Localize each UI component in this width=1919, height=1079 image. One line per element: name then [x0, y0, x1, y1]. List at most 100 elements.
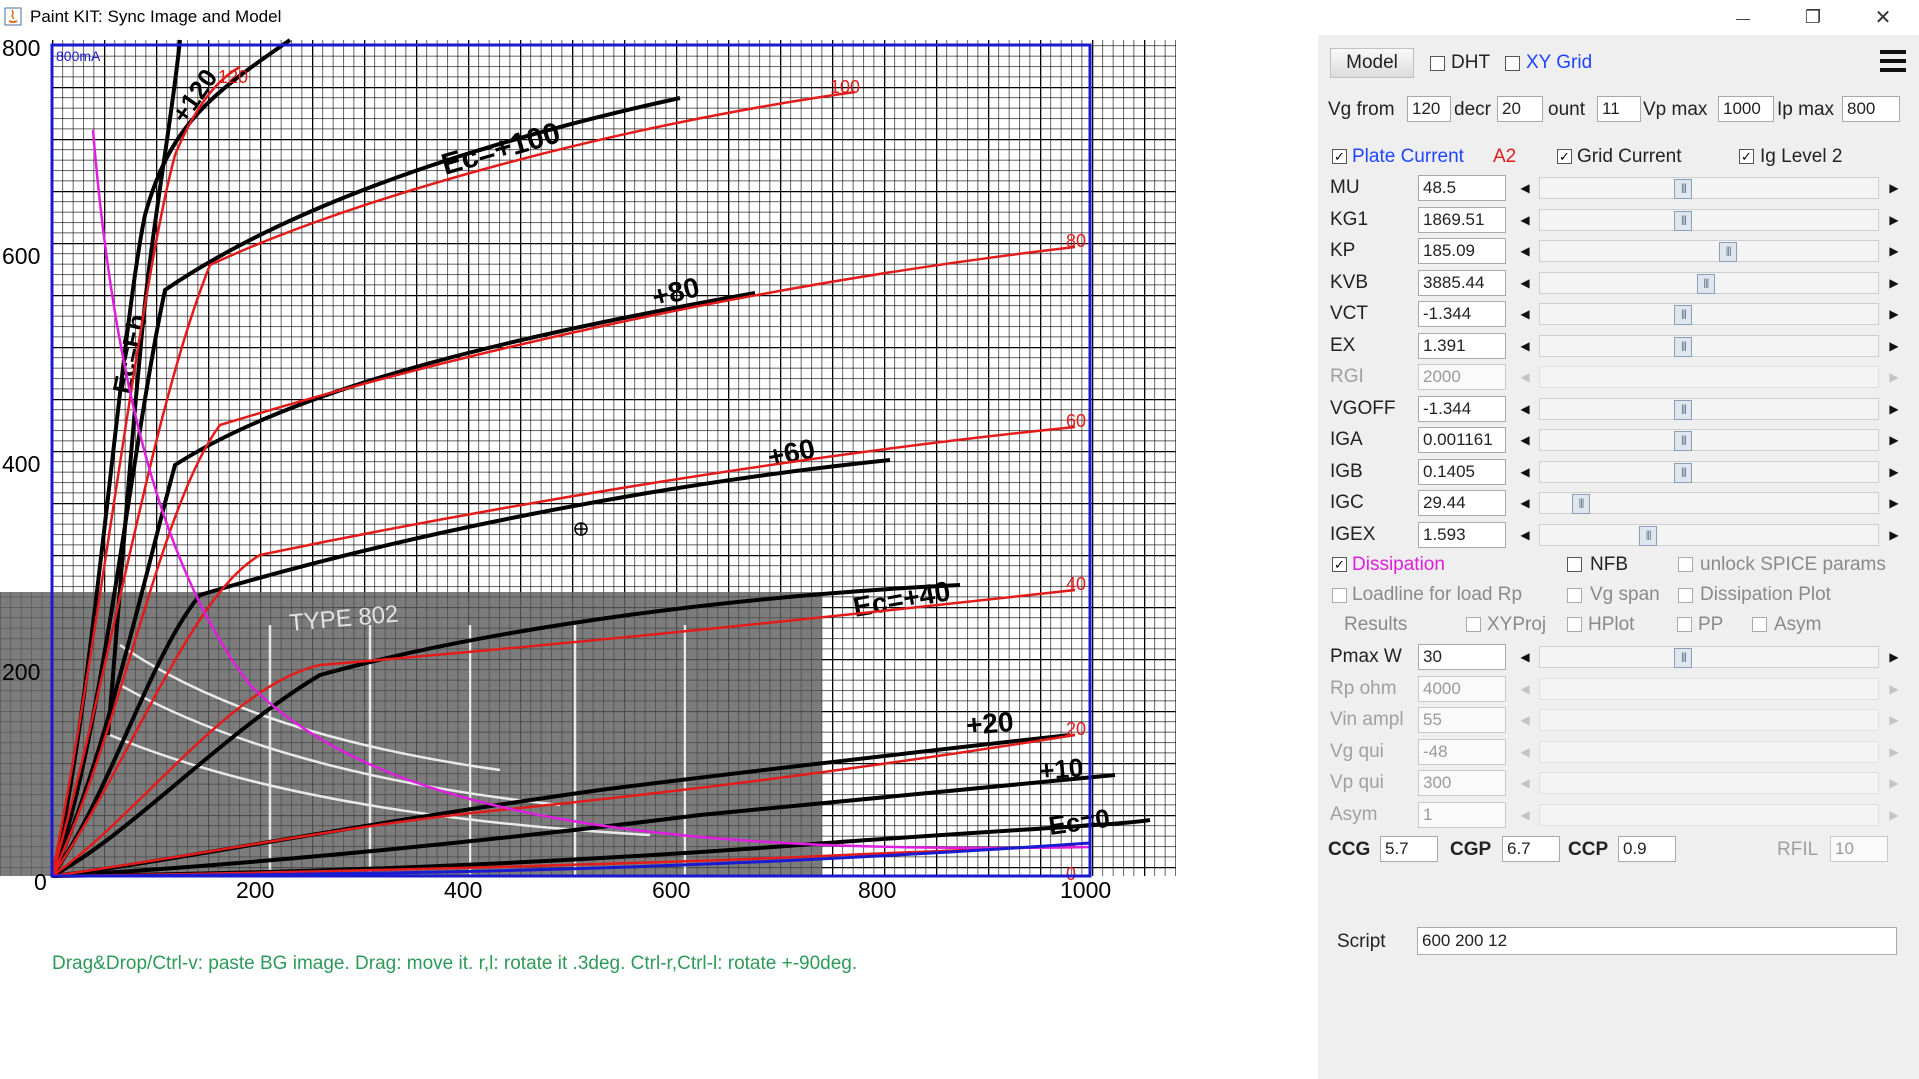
slider-track[interactable]: [1539, 677, 1879, 700]
loadline-checkbox[interactable]: [1332, 588, 1347, 603]
mu-slider[interactable]: ◀ ||| ▶: [1516, 176, 1903, 200]
vg-qui-input[interactable]: -48: [1418, 738, 1506, 765]
slider-track[interactable]: |||: [1539, 397, 1879, 420]
scroll-right-arrow-icon[interactable]: ▶: [1885, 645, 1903, 669]
scroll-left-arrow-icon[interactable]: ◀: [1516, 239, 1534, 263]
igc-input[interactable]: 29.44: [1418, 490, 1506, 516]
scroll-right-arrow-icon[interactable]: ▶: [1885, 208, 1903, 232]
unlock-spice-checkbox[interactable]: [1678, 557, 1693, 572]
scroll-left-arrow-icon[interactable]: ◀: [1516, 460, 1534, 484]
vg-qui-slider[interactable]: ◀ ▶: [1516, 740, 1903, 764]
vg-span-checkbox[interactable]: [1567, 588, 1582, 603]
slider-thumb[interactable]: |||: [1674, 399, 1693, 420]
iga-input[interactable]: 0.001161: [1418, 427, 1506, 453]
slider-track[interactable]: [1539, 709, 1879, 731]
scroll-left-arrow-icon[interactable]: ◀: [1516, 645, 1534, 669]
scroll-right-arrow-icon[interactable]: ▶: [1885, 428, 1903, 452]
kp-input[interactable]: 185.09: [1418, 238, 1506, 264]
scroll-right-arrow-icon[interactable]: ▶: [1885, 803, 1903, 827]
scroll-left-arrow-icon[interactable]: ◀: [1516, 397, 1534, 421]
slider-track[interactable]: [1539, 740, 1879, 763]
asym-slider[interactable]: ◀ ▶: [1516, 803, 1903, 827]
vp-qui-slider[interactable]: ◀ ▶: [1516, 771, 1903, 795]
kvb-input[interactable]: 3885.44: [1418, 269, 1506, 296]
model-button[interactable]: Model: [1330, 48, 1414, 78]
scroll-right-arrow-icon[interactable]: ▶: [1885, 460, 1903, 484]
kp-slider[interactable]: ◀ ||| ▶: [1516, 239, 1903, 263]
vin-ampl-input[interactable]: 55: [1418, 707, 1506, 733]
plate-curve-plot[interactable]: TYPE 802 Ec=+100 +80 +60 Ec=+40 +20 +10 …: [0, 35, 1318, 935]
scroll-left-arrow-icon[interactable]: ◀: [1516, 302, 1534, 326]
scroll-left-arrow-icon[interactable]: ◀: [1516, 176, 1534, 200]
vp-max-input[interactable]: 1000: [1718, 96, 1774, 122]
vct-slider[interactable]: ◀ ||| ▶: [1516, 302, 1903, 326]
slider-track[interactable]: |||: [1539, 240, 1879, 262]
xyproj-checkbox[interactable]: [1466, 617, 1481, 632]
dissipation-plot-checkbox[interactable]: [1678, 588, 1693, 603]
ig-level-checkbox[interactable]: ✓: [1739, 149, 1754, 164]
scroll-right-arrow-icon[interactable]: ▶: [1885, 302, 1903, 326]
slider-track[interactable]: |||: [1539, 271, 1879, 294]
drag-point-marker[interactable]: [574, 522, 588, 536]
slider-thumb[interactable]: |||: [1719, 242, 1738, 262]
igb-slider[interactable]: ◀ ||| ▶: [1516, 460, 1903, 484]
asym-input[interactable]: 1: [1418, 801, 1506, 828]
scroll-right-arrow-icon[interactable]: ▶: [1885, 771, 1903, 795]
plate-current-checkbox[interactable]: ✓: [1332, 149, 1347, 164]
scroll-right-arrow-icon[interactable]: ▶: [1885, 491, 1903, 515]
vgoff-slider[interactable]: ◀ ||| ▶: [1516, 397, 1903, 421]
iga-slider[interactable]: ◀ ||| ▶: [1516, 428, 1903, 452]
slider-track[interactable]: |||: [1539, 460, 1879, 483]
hplot-checkbox[interactable]: [1567, 617, 1582, 632]
slider-track[interactable]: |||: [1539, 334, 1879, 357]
slider-track[interactable]: |||: [1539, 646, 1879, 668]
slider-track[interactable]: |||: [1539, 208, 1879, 231]
slider-track[interactable]: |||: [1539, 429, 1879, 451]
slider-track[interactable]: |||: [1539, 492, 1879, 514]
igex-slider[interactable]: ◀ ||| ▶: [1516, 523, 1903, 547]
scroll-right-arrow-icon[interactable]: ▶: [1885, 523, 1903, 547]
grid-current-checkbox[interactable]: ✓: [1557, 149, 1572, 164]
xy-grid-checkbox[interactable]: [1505, 56, 1520, 71]
scroll-right-arrow-icon[interactable]: ▶: [1885, 365, 1903, 389]
scroll-left-arrow-icon[interactable]: ◀: [1516, 803, 1534, 827]
asym-checkbox[interactable]: [1752, 617, 1767, 632]
ccp-input[interactable]: 0.9: [1618, 836, 1676, 862]
dissipation-checkbox[interactable]: ✓: [1332, 557, 1347, 572]
scroll-left-arrow-icon[interactable]: ◀: [1516, 771, 1534, 795]
script-input[interactable]: 600 200 12: [1417, 927, 1897, 955]
scroll-left-arrow-icon[interactable]: ◀: [1516, 740, 1534, 764]
scroll-left-arrow-icon[interactable]: ◀: [1516, 208, 1534, 232]
slider-thumb[interactable]: |||: [1696, 273, 1715, 294]
scroll-right-arrow-icon[interactable]: ▶: [1885, 677, 1903, 701]
vg-from-input[interactable]: 120: [1407, 96, 1451, 122]
slider-track[interactable]: [1539, 772, 1879, 794]
kg1-slider[interactable]: ◀ ||| ▶: [1516, 208, 1903, 232]
nfb-checkbox[interactable]: [1567, 557, 1582, 572]
mu-input[interactable]: 48.5: [1418, 175, 1506, 201]
minimize-button[interactable]: —: [1708, 0, 1778, 35]
igc-slider[interactable]: ◀ ||| ▶: [1516, 491, 1903, 515]
slider-thumb[interactable]: |||: [1674, 336, 1693, 357]
hamburger-menu-icon[interactable]: [1880, 50, 1906, 72]
rfil-input[interactable]: 10: [1830, 836, 1888, 862]
vin-ampl-slider[interactable]: ◀ ▶: [1516, 708, 1903, 732]
slider-thumb[interactable]: |||: [1572, 494, 1590, 514]
scroll-left-arrow-icon[interactable]: ◀: [1516, 491, 1534, 515]
scroll-left-arrow-icon[interactable]: ◀: [1516, 708, 1534, 732]
ex-slider[interactable]: ◀ ||| ▶: [1516, 334, 1903, 358]
scroll-right-arrow-icon[interactable]: ▶: [1885, 397, 1903, 421]
slider-track[interactable]: [1539, 366, 1879, 388]
slider-track[interactable]: |||: [1539, 177, 1879, 199]
pp-checkbox[interactable]: [1677, 617, 1692, 632]
scroll-right-arrow-icon[interactable]: ▶: [1885, 176, 1903, 200]
igex-input[interactable]: 1.593: [1418, 521, 1506, 548]
scroll-right-arrow-icon[interactable]: ▶: [1885, 271, 1903, 295]
slider-thumb[interactable]: |||: [1674, 305, 1693, 325]
vgoff-input[interactable]: -1.344: [1418, 395, 1506, 422]
ip-max-input[interactable]: 800: [1842, 96, 1900, 122]
slider-thumb[interactable]: |||: [1639, 525, 1658, 546]
pmax-w-slider[interactable]: ◀ ||| ▶: [1516, 645, 1903, 669]
decr-input[interactable]: 20: [1497, 96, 1543, 122]
scroll-left-arrow-icon[interactable]: ◀: [1516, 271, 1534, 295]
